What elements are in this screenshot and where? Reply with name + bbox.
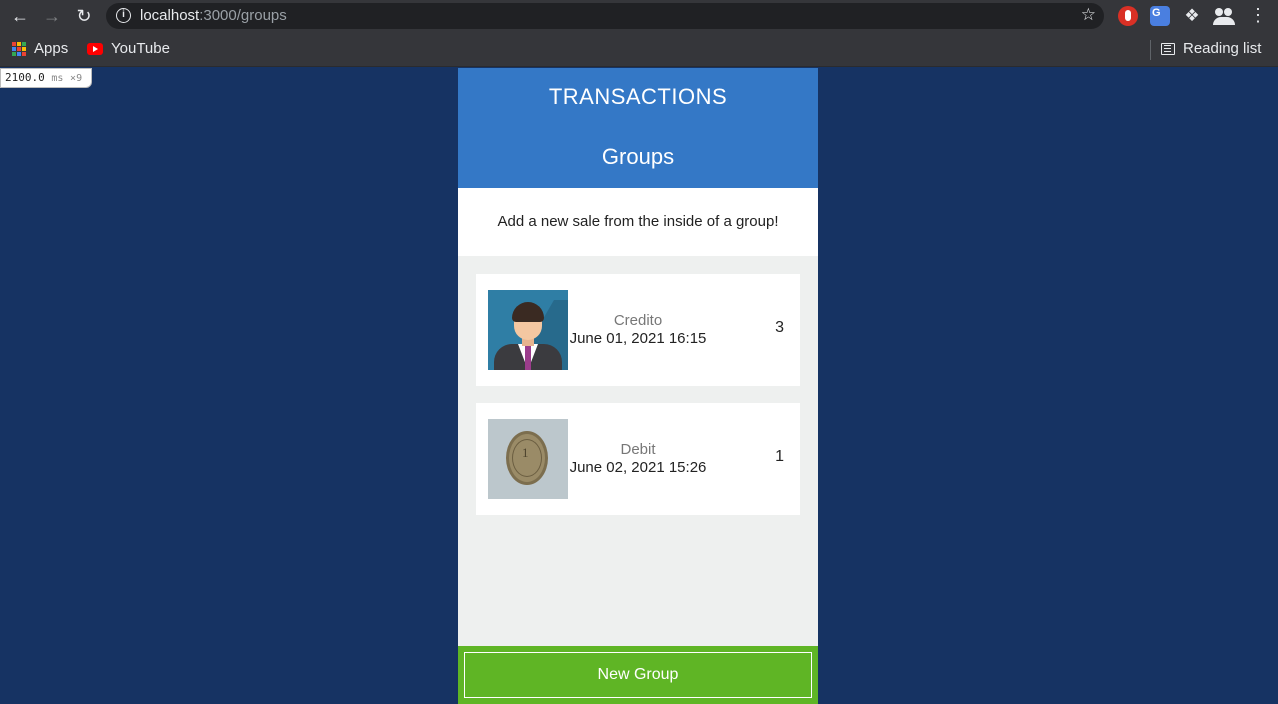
app-header: TRANSACTIONS Groups: [458, 68, 818, 188]
group-date: June 01, 2021 16:15: [569, 330, 707, 347]
reading-list-label: Reading list: [1183, 40, 1262, 57]
bookmark-youtube-label: YouTube: [111, 40, 170, 57]
bookmarks-divider: [1150, 40, 1151, 60]
coin-icon: 1: [488, 419, 568, 499]
perf-timing-badge: 2100.0 ms ×9: [0, 68, 92, 88]
group-card-debit[interactable]: 1 Debit June 02, 2021 15:26 1: [476, 403, 800, 515]
perf-unit: ms: [51, 73, 64, 84]
translate-extension-icon[interactable]: [1150, 6, 1170, 26]
group-date: June 02, 2021 15:26: [569, 459, 707, 476]
bookmark-apps-label: Apps: [34, 40, 69, 57]
apps-grid-icon: [12, 41, 26, 56]
url-text[interactable]: localhost:3000/groups: [140, 7, 287, 24]
url-host: localhost: [140, 7, 200, 24]
hint-message: Add a new sale from the inside of a grou…: [458, 188, 818, 256]
youtube-icon: [87, 42, 103, 55]
bookmark-apps[interactable]: Apps: [12, 40, 68, 57]
browser-toolbar: ← → ↻ i localhost:3000/groups ☆ ❖ ⋮: [0, 0, 1278, 32]
bookmark-youtube[interactable]: YouTube: [87, 40, 170, 57]
group-count: 1: [775, 448, 784, 465]
app-title: TRANSACTIONS: [548, 84, 728, 109]
bookmarks-bar: Apps YouTube Reading list: [0, 32, 1278, 67]
group-name: Credito: [613, 312, 663, 329]
group-name: Debit: [620, 441, 656, 458]
bookmark-star-icon[interactable]: ☆: [1081, 5, 1096, 25]
group-info: Debit June 02, 2021 15:26: [568, 441, 708, 477]
adblock-extension-icon[interactable]: [1118, 6, 1138, 26]
site-info-icon[interactable]: i: [116, 8, 131, 23]
reading-list-button[interactable]: Reading list: [1161, 40, 1261, 57]
new-group-button[interactable]: New Group: [464, 652, 812, 698]
perf-value: 2100.0: [5, 71, 45, 84]
back-icon[interactable]: ←: [8, 4, 32, 28]
url-path: :3000/groups: [199, 7, 287, 24]
avatar-icon: [488, 290, 568, 370]
app-container: TRANSACTIONS Groups Add a new sale from …: [458, 68, 818, 704]
reload-icon[interactable]: ↻: [72, 4, 96, 28]
reading-list-icon: [1161, 42, 1175, 55]
group-card-credito[interactable]: Credito June 01, 2021 16:15 3: [476, 274, 800, 386]
page-title: Groups: [601, 144, 675, 169]
profile-icon[interactable]: [1213, 6, 1235, 26]
browser-menu-icon[interactable]: ⋮: [1249, 5, 1267, 25]
perf-multiplier: ×9: [70, 73, 83, 84]
extensions-puzzle-icon[interactable]: ❖: [1182, 6, 1202, 26]
group-info: Credito June 01, 2021 16:15: [568, 312, 708, 348]
address-bar[interactable]: i localhost:3000/groups ☆: [106, 3, 1104, 29]
forward-icon[interactable]: →: [40, 4, 64, 28]
group-count: 3: [775, 319, 784, 336]
new-group-footer: New Group: [458, 646, 818, 704]
